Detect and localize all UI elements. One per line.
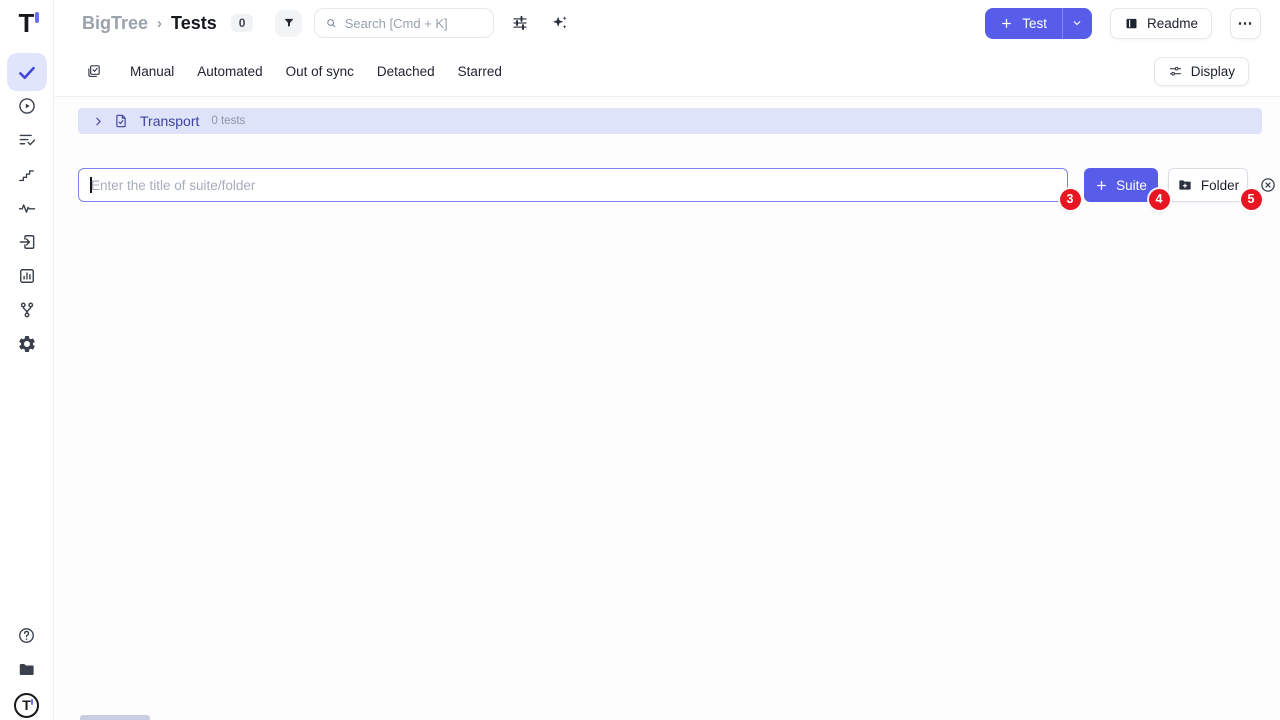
suite-title-input[interactable] (78, 168, 1068, 202)
sidebar-item-settings[interactable] (7, 327, 47, 361)
breadcrumb-separator: › (157, 15, 162, 32)
new-suite-form: Suite Folder (78, 168, 1280, 202)
sidebar-item-analytics[interactable] (7, 259, 47, 293)
help-icon (17, 626, 36, 645)
sidebar-item-help[interactable] (7, 618, 47, 652)
sidebar-item-import[interactable] (7, 225, 47, 259)
create-test-split-button: Test (985, 8, 1092, 39)
tab-manual[interactable]: Manual (130, 64, 174, 79)
sidebar-item-pulse[interactable] (7, 191, 47, 225)
stairs-icon (17, 165, 36, 184)
suite-title: Transport (140, 113, 199, 129)
bar-chart-icon (17, 266, 37, 286)
pulse-icon (17, 198, 37, 218)
add-suite-label: Suite (1116, 178, 1147, 193)
sidebar: T (0, 0, 54, 720)
tab-detached[interactable]: Detached (377, 64, 435, 79)
sign-in-icon (17, 232, 37, 252)
tune-icon (511, 14, 529, 32)
gear-icon (17, 334, 37, 354)
app-logo[interactable]: T (19, 9, 35, 41)
sparkles-icon (551, 14, 569, 32)
search-input[interactable] (345, 16, 484, 31)
breadcrumb: BigTree › Tests 0 (82, 13, 253, 34)
sidebar-bottom: T (7, 618, 47, 720)
header-actions: Test Readme ⋯ (985, 8, 1261, 39)
avatar-accent-tick (31, 699, 34, 705)
tab-out-of-sync[interactable]: Out of sync (286, 64, 354, 79)
bulk-select-toggle[interactable] (85, 63, 102, 80)
more-options-button[interactable]: ⋯ (1230, 8, 1261, 39)
adjustments-button[interactable] (511, 14, 529, 32)
create-test-dropdown[interactable] (1063, 8, 1092, 39)
filter-tabs: Manual Automated Out of sync Detached St… (130, 64, 502, 79)
sidebar-item-runs[interactable] (7, 89, 47, 123)
git-branch-icon (17, 300, 37, 320)
tab-starred[interactable]: Starred (458, 64, 502, 79)
readme-label: Readme (1147, 16, 1198, 31)
main-content: Transport 0 tests Suite Folder 3 4 5 (54, 97, 1280, 720)
readme-button[interactable]: Readme (1110, 8, 1212, 39)
sliders-icon (1168, 64, 1183, 79)
check-icon (16, 62, 37, 83)
sidebar-item-steps[interactable] (7, 157, 47, 191)
tutorial-badge-5: 5 (1241, 189, 1262, 210)
tests-count-badge: 0 (231, 14, 254, 32)
ai-assistant-button[interactable] (551, 14, 569, 32)
search-box (314, 8, 494, 38)
cancel-form-button[interactable] (1259, 176, 1277, 194)
plus-icon (1000, 17, 1013, 30)
sidebar-item-projects[interactable] (7, 652, 47, 686)
display-button[interactable]: Display (1154, 57, 1249, 86)
partial-element-bottom (80, 715, 150, 720)
search-icon (325, 16, 337, 30)
header-row-2: Manual Automated Out of sync Detached St… (54, 46, 1280, 96)
chevron-down-icon (1071, 17, 1083, 29)
sidebar-item-branches[interactable] (7, 293, 47, 327)
file-check-icon (113, 113, 129, 129)
sidebar-item-tests[interactable] (7, 53, 47, 91)
ellipsis-icon: ⋯ (1238, 14, 1254, 32)
chevron-right-icon (92, 115, 105, 128)
sidebar-nav (7, 53, 47, 361)
circle-x-icon (1259, 176, 1277, 194)
suite-test-count: 0 tests (211, 115, 245, 127)
filter-button[interactable] (275, 10, 302, 37)
funnel-icon (282, 16, 296, 30)
create-test-button[interactable]: Test (985, 8, 1062, 39)
plus-icon (1095, 179, 1108, 192)
page-title: Tests (171, 13, 217, 34)
avatar-letter: T (22, 698, 31, 712)
sidebar-item-plans[interactable] (7, 123, 47, 157)
header-row-1: BigTree › Tests 0 Test (54, 0, 1280, 46)
tutorial-badge-3: 3 (1060, 189, 1081, 210)
create-test-label: Test (1022, 16, 1047, 31)
add-folder-button[interactable]: Folder (1168, 168, 1248, 202)
breadcrumb-project[interactable]: BigTree (82, 13, 148, 34)
header: BigTree › Tests 0 Test (54, 0, 1280, 97)
add-suite-button[interactable]: Suite (1084, 168, 1158, 202)
list-check-icon (17, 130, 37, 150)
tutorial-badge-4: 4 (1149, 189, 1170, 210)
logo-accent-tick (35, 12, 39, 23)
folder-plus-icon (1177, 177, 1193, 193)
play-circle-icon (17, 96, 37, 116)
add-folder-label: Folder (1201, 178, 1239, 193)
folder-icon (17, 660, 36, 679)
text-caret (90, 177, 92, 193)
logo-avatar: T (14, 693, 39, 718)
bulk-select-icon (85, 63, 102, 80)
display-label: Display (1191, 64, 1235, 79)
suite-row-transport[interactable]: Transport 0 tests (78, 108, 1262, 134)
sidebar-item-account[interactable]: T (7, 686, 47, 720)
book-icon (1124, 16, 1139, 31)
logo-letter: T (19, 8, 35, 38)
tab-automated[interactable]: Automated (197, 64, 262, 79)
